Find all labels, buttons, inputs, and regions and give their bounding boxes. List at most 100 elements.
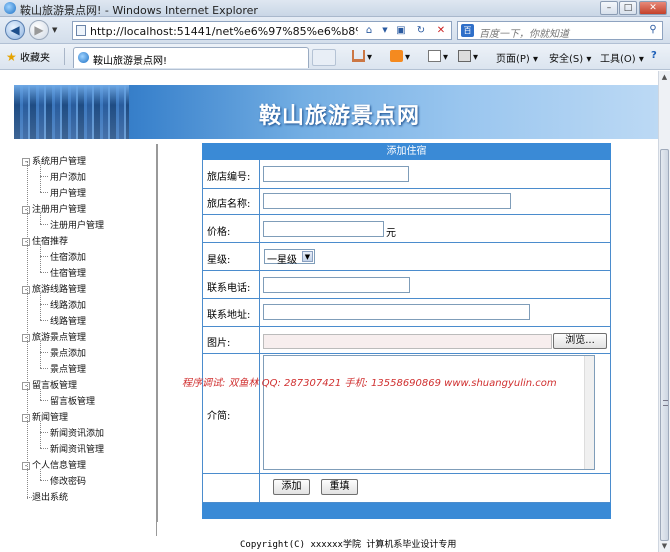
sidebar-group[interactable]: - 个人信息管理 [22, 458, 86, 471]
intro-editor[interactable]: 程序调试: 双鱼林 QQ: 287307421 手机: 13558690869 … [182, 355, 595, 470]
tab-title: 鞍山旅游景点网! [93, 56, 168, 67]
compat-view-icon[interactable]: ⌂ [361, 23, 377, 38]
history-dropdown-icon[interactable]: ▼ [52, 26, 57, 34]
sidebar-group-label: 留言板管理 [32, 381, 78, 391]
sidebar-group[interactable]: - 注册用户管理 [22, 202, 86, 215]
add-button[interactable]: 添加 [273, 479, 310, 495]
home-button[interactable]: ▾ [352, 50, 372, 63]
page-menu[interactable]: 页面(P) ▾ [496, 50, 538, 65]
search-placeholder[interactable]: 百度一下，你就知道 [479, 25, 569, 40]
address-input[interactable] [263, 304, 530, 320]
sidebar-item[interactable]: 线路管理 [50, 314, 86, 327]
collapse-icon[interactable]: - [22, 382, 30, 390]
maximize-button[interactable]: □ [619, 1, 637, 15]
sidebar-item[interactable]: 注册用户管理 [50, 218, 104, 231]
sidebar-item[interactable]: 用户添加 [50, 170, 86, 183]
sidebar-item[interactable]: 景点添加 [50, 346, 86, 359]
collapse-icon[interactable]: - [22, 158, 30, 166]
sidebar-item[interactable]: 新闻资讯添加 [50, 426, 104, 439]
collapse-icon[interactable]: - [22, 462, 30, 470]
forward-button[interactable]: ▶ [29, 20, 49, 40]
star-label: 星级: [207, 255, 231, 266]
collapse-icon[interactable]: - [22, 238, 30, 246]
sidebar-item[interactable]: 留言板管理 [50, 394, 95, 407]
tools-menu[interactable]: 工具(O) ▾ [600, 50, 644, 65]
refresh-icon[interactable]: ↻ [413, 23, 429, 38]
image-file-input[interactable] [263, 334, 552, 349]
home-icon [352, 50, 365, 62]
hotel-name-label: 旅店名称: [207, 199, 251, 210]
tree-connector [40, 192, 48, 193]
collapse-icon[interactable]: - [22, 206, 30, 214]
label-cell [203, 474, 260, 502]
address-bar[interactable]: http://localhost:51441/net%e6%97%85%e6%b… [72, 21, 452, 40]
price-input[interactable] [263, 221, 384, 237]
tree-connector [40, 400, 48, 401]
hotel-name-input[interactable] [263, 193, 511, 209]
sidebar-group[interactable]: - 留言板管理 [22, 378, 77, 391]
sidebar-group[interactable]: - 系统用户管理 [22, 154, 86, 167]
new-tab-button[interactable] [312, 49, 336, 66]
tab-toolbar: ★ 收藏夹 鞍山旅游景点网! ▾ ▾ ▾ ▾ 页面(P) ▾ 安全(S) ▾ 工… [0, 44, 670, 70]
intro-content: 程序调试: 双鱼林 QQ: 287307421 手机: 13558690869 … [182, 378, 557, 389]
close-window-button[interactable]: ✕ [639, 1, 667, 15]
sidebar-item[interactable]: 线路添加 [50, 298, 86, 311]
editor-scrollbar[interactable] [584, 356, 594, 469]
browse-button[interactable]: 浏览... [553, 333, 607, 349]
label-cell: 介简: [203, 354, 260, 473]
mail-button[interactable]: ▾ [428, 50, 448, 63]
back-button[interactable]: ◀ [5, 20, 25, 40]
sidebar-item[interactable]: 修改密码 [50, 474, 86, 487]
collapse-icon[interactable]: - [22, 414, 30, 422]
tab-active[interactable]: 鞍山旅游景点网! [73, 47, 309, 68]
sidebar-group-label: 新闻管理 [32, 413, 69, 423]
sidebar-group[interactable]: - 旅游景点管理 [22, 330, 86, 343]
tree-connector [40, 432, 48, 433]
favorites-button[interactable]: ★ 收藏夹 [6, 49, 50, 64]
phone-input[interactable] [263, 277, 410, 293]
feeds-button[interactable]: ▾ [390, 50, 410, 63]
tree-connector [40, 389, 41, 400]
logout-link[interactable]: 退出系统 [32, 490, 68, 503]
hotel-no-input[interactable] [263, 166, 409, 182]
star-selected-value: 一星级 [267, 255, 297, 266]
reset-button[interactable]: 重填 [321, 479, 358, 495]
sidebar-item[interactable]: 住宿添加 [50, 250, 86, 263]
sidebar-group[interactable]: - 住宿推荐 [22, 234, 68, 247]
favorites-label: 收藏夹 [19, 53, 50, 64]
sidebar-item[interactable]: 新闻资讯管理 [50, 442, 104, 455]
tree-connector [40, 341, 41, 368]
scroll-down-icon[interactable]: ▼ [659, 540, 670, 552]
help-icon[interactable]: ? [651, 50, 657, 61]
sidebar-item[interactable]: 住宿管理 [50, 266, 86, 279]
address-url[interactable]: http://localhost:51441/net%e6%97%85%e6%b… [90, 25, 358, 38]
address-dropdown-icon[interactable]: ▼ [377, 23, 393, 38]
rss-page-icon[interactable]: ▣ [393, 23, 409, 38]
star-select[interactable]: 一星级 ▼ [264, 249, 315, 266]
price-label: 价格: [207, 227, 231, 238]
sidebar-item[interactable]: 用户管理 [50, 186, 86, 199]
search-box[interactable]: 百 百度一下，你就知道 ⚲ [457, 21, 663, 40]
sidebar-group[interactable]: - 旅游线路管理 [22, 282, 86, 295]
scroll-up-icon[interactable]: ▲ [659, 71, 670, 83]
search-go-icon[interactable]: ⚲ [646, 24, 660, 37]
minimize-button[interactable]: – [600, 1, 618, 15]
sidebar-group[interactable]: - 新闻管理 [22, 410, 68, 423]
safety-menu[interactable]: 安全(S) ▾ [549, 50, 591, 65]
collapse-icon[interactable]: - [22, 334, 30, 342]
copyright: Copyright(C) xxxxxx学院 计算机系毕业设计专用 [240, 540, 457, 550]
tree-connector [40, 448, 48, 449]
sidebar-item[interactable]: 景点管理 [50, 362, 86, 375]
stop-icon[interactable]: ✕ [433, 23, 449, 38]
chevron-down-icon[interactable]: ▼ [302, 251, 313, 262]
site-title: 鞍山旅游景点网 [259, 104, 421, 129]
scroll-thumb[interactable] [660, 149, 669, 541]
print-button[interactable]: ▾ [458, 50, 478, 63]
printer-icon [458, 50, 471, 62]
tree-connector [40, 304, 48, 305]
page-scrollbar[interactable]: ▲ ▼ [658, 71, 670, 552]
collapse-icon[interactable]: - [22, 286, 30, 294]
tree-connector [40, 272, 48, 273]
baidu-search-icon: 百 [461, 24, 474, 37]
tree-connector [40, 213, 41, 224]
